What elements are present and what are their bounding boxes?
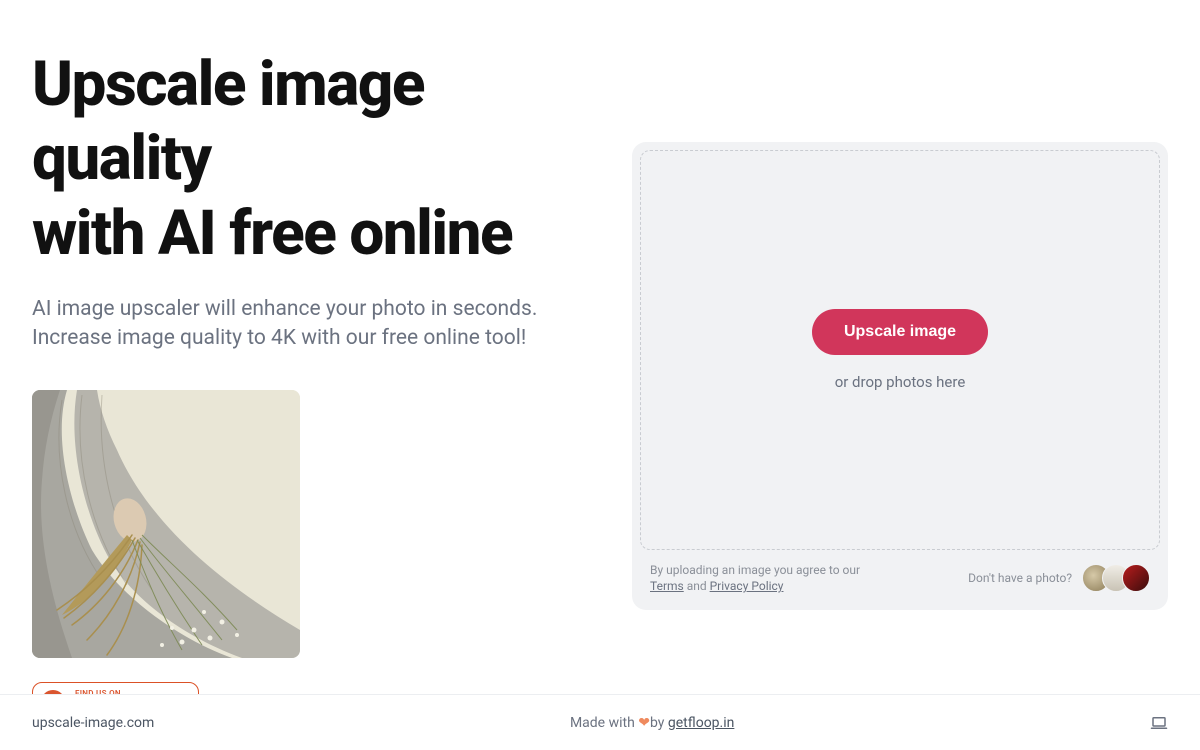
consent-text: By uploading an image you agree to our T… xyxy=(650,562,890,594)
heart-icon: ❤ xyxy=(638,715,650,731)
sample-thumb-3[interactable] xyxy=(1122,564,1150,592)
drop-hint-text: or drop photos here xyxy=(835,373,966,391)
footer-credit: Made with ❤by getfloop.in xyxy=(570,715,734,731)
no-photo-prompt: Don't have a photo? xyxy=(968,571,1072,585)
credit-link[interactable]: getfloop.in xyxy=(668,715,734,731)
page-subheadline: AI image upscaler will enhance your phot… xyxy=(32,295,600,352)
laptop-icon[interactable] xyxy=(1150,714,1168,732)
headline-line-2: with AI free online xyxy=(32,197,512,270)
sample-image xyxy=(32,390,300,658)
drop-zone[interactable]: Upscale image or drop photos here xyxy=(640,150,1160,550)
upscale-image-button[interactable]: Upscale image xyxy=(812,309,988,355)
footer-bar: upscale-image.com Made with ❤by getfloop… xyxy=(0,694,1200,750)
privacy-link[interactable]: Privacy Policy xyxy=(710,579,784,593)
sample-thumbnails xyxy=(1082,564,1150,592)
terms-link[interactable]: Terms xyxy=(650,579,684,593)
headline-line-1: Upscale image quality xyxy=(32,48,424,195)
upload-card: Upscale image or drop photos here By upl… xyxy=(632,142,1168,610)
footer-domain: upscale-image.com xyxy=(32,715,154,731)
page-headline: Upscale image quality with AI free onlin… xyxy=(32,48,600,271)
